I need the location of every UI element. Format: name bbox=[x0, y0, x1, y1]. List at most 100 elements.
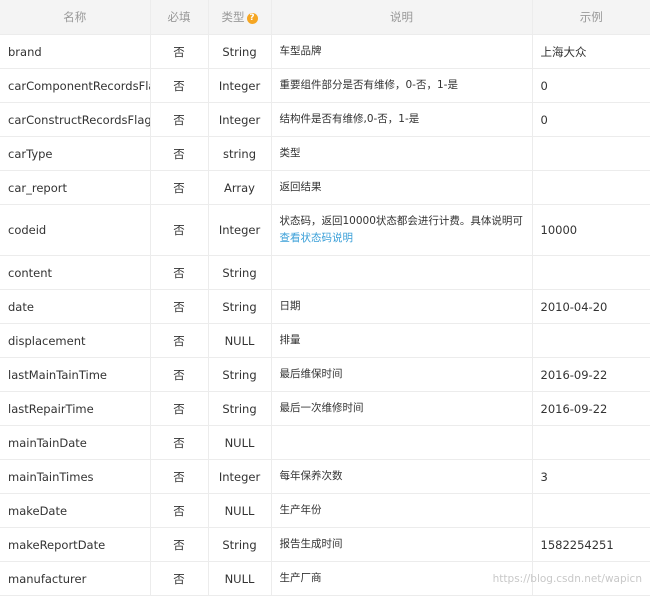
param-example: 1582254251 bbox=[532, 527, 650, 562]
param-description: 日期 bbox=[271, 289, 533, 324]
param-description bbox=[271, 425, 533, 460]
api-params-table: 名称 必填 类型? 说明 示例 brand 否 String 车型品牌 上海大众 carC… bbox=[0, 0, 650, 596]
param-description: 返回结果 bbox=[271, 170, 533, 205]
param-name: carConstructRecordsFlag bbox=[0, 102, 151, 137]
param-name: codeid bbox=[0, 204, 151, 256]
param-required: 否 bbox=[150, 527, 209, 562]
description-text: 状态码，返回10000状态都会进行计费。具体说明可 bbox=[279, 215, 523, 227]
header-type-label: 类型 bbox=[221, 10, 245, 24]
param-type: String bbox=[208, 357, 272, 392]
param-required: 否 bbox=[150, 391, 209, 426]
table-row: makeDate 否 NULL 生产年份 bbox=[0, 493, 650, 528]
param-required: 否 bbox=[150, 459, 209, 494]
table-row: brand 否 String 车型品牌 上海大众 bbox=[0, 34, 650, 69]
header-description: 说明 bbox=[271, 0, 533, 35]
param-type: NULL bbox=[208, 425, 272, 460]
description-text: 生产年份 bbox=[279, 504, 322, 516]
param-example bbox=[532, 425, 650, 460]
param-type: Integer bbox=[208, 204, 272, 256]
status-code-doc-link[interactable]: 查看状态码说明 bbox=[280, 230, 524, 247]
param-required: 否 bbox=[150, 255, 209, 290]
param-description: 每年保养次数 bbox=[271, 459, 533, 494]
param-name: date bbox=[0, 289, 151, 324]
param-example: 2016-09-22 bbox=[532, 357, 650, 392]
param-type: Integer bbox=[208, 459, 272, 494]
param-name: car_report bbox=[0, 170, 151, 205]
param-name: mainTainTimes bbox=[0, 459, 151, 494]
param-required: 否 bbox=[150, 34, 209, 69]
param-type: String bbox=[208, 527, 272, 562]
description-text: 车型品牌 bbox=[279, 45, 322, 57]
table-row: manufacturer 否 NULL 生产厂商 bbox=[0, 561, 650, 596]
param-required: 否 bbox=[150, 493, 209, 528]
header-required: 必填 bbox=[150, 0, 209, 35]
param-required: 否 bbox=[150, 289, 209, 324]
table-row: mainTainDate 否 NULL bbox=[0, 425, 650, 460]
param-name: brand bbox=[0, 34, 151, 69]
param-description: 类型 bbox=[271, 136, 533, 171]
description-text: 报告生成时间 bbox=[279, 538, 343, 550]
param-type: Integer bbox=[208, 68, 272, 103]
param-required: 否 bbox=[150, 561, 209, 596]
param-example: 2016-09-22 bbox=[532, 391, 650, 426]
header-example: 示例 bbox=[532, 0, 650, 35]
description-text: 生产厂商 bbox=[279, 572, 322, 584]
param-example: 3 bbox=[532, 459, 650, 494]
table-row: codeid 否 Integer 状态码，返回10000状态都会进行计费。具体说明可查… bbox=[0, 204, 650, 256]
param-type: string bbox=[208, 136, 272, 171]
param-example: 2010-04-20 bbox=[532, 289, 650, 324]
param-description: 状态码，返回10000状态都会进行计费。具体说明可查看状态码说明 bbox=[271, 204, 533, 256]
description-text: 日期 bbox=[279, 300, 301, 312]
param-description: 排量 bbox=[271, 323, 533, 358]
param-description: 报告生成时间 bbox=[271, 527, 533, 562]
param-example: 0 bbox=[532, 102, 650, 137]
description-text: 重要组件部分是否有维修，0-否，1-是 bbox=[279, 79, 458, 91]
param-type: String bbox=[208, 289, 272, 324]
table-row: lastRepairTime 否 String 最后一次维修时间 2016-09-22 bbox=[0, 391, 650, 426]
param-type: Array bbox=[208, 170, 272, 205]
param-description: 生产年份 bbox=[271, 493, 533, 528]
param-example bbox=[532, 493, 650, 528]
param-required: 否 bbox=[150, 425, 209, 460]
table-row: makeReportDate 否 String 报告生成时间 1582254251 bbox=[0, 527, 650, 562]
param-name: mainTainDate bbox=[0, 425, 151, 460]
param-type: NULL bbox=[208, 323, 272, 358]
header-name: 名称 bbox=[0, 0, 151, 35]
param-example bbox=[532, 136, 650, 171]
description-text: 每年保养次数 bbox=[279, 470, 343, 482]
param-required: 否 bbox=[150, 170, 209, 205]
param-required: 否 bbox=[150, 323, 209, 358]
header-type: 类型? bbox=[208, 0, 272, 35]
param-type: String bbox=[208, 34, 272, 69]
param-example bbox=[532, 323, 650, 358]
table-row: content 否 String bbox=[0, 255, 650, 290]
param-example bbox=[532, 255, 650, 290]
help-circle-icon[interactable]: ? bbox=[246, 13, 258, 24]
param-description: 最后一次维修时间 bbox=[271, 391, 533, 426]
param-name: content bbox=[0, 255, 151, 290]
param-name: makeReportDate bbox=[0, 527, 151, 562]
table-row: carConstructRecordsFlag 否 Integer 结构件是否有维修,… bbox=[0, 102, 650, 137]
param-required: 否 bbox=[150, 68, 209, 103]
param-name: carType bbox=[0, 136, 151, 171]
param-name: manufacturer bbox=[0, 561, 151, 596]
description-text: 类型 bbox=[279, 147, 301, 159]
param-example: 10000 bbox=[532, 204, 650, 256]
param-required: 否 bbox=[150, 357, 209, 392]
param-type: String bbox=[208, 391, 272, 426]
param-type: String bbox=[208, 255, 272, 290]
param-description: 生产厂商 bbox=[271, 561, 533, 596]
param-name: lastMainTainTime bbox=[0, 357, 151, 392]
param-required: 否 bbox=[150, 204, 209, 256]
param-description: 车型品牌 bbox=[271, 34, 533, 69]
table-row: displacement 否 NULL 排量 bbox=[0, 323, 650, 358]
table-body: brand 否 String 车型品牌 上海大众 carComponentRecordsF… bbox=[0, 34, 650, 596]
param-example bbox=[532, 561, 650, 596]
param-description: 最后维保时间 bbox=[271, 357, 533, 392]
param-description: 结构件是否有维修,0-否，1-是 bbox=[271, 102, 533, 137]
description-text: 最后一次维修时间 bbox=[279, 402, 364, 414]
param-name: lastRepairTime bbox=[0, 391, 151, 426]
param-example bbox=[532, 170, 650, 205]
table-header-row: 名称 必填 类型? 说明 示例 bbox=[0, 0, 650, 35]
table-row: carComponentRecordsFlag 否 Integer 重要组件部分是否有… bbox=[0, 68, 650, 103]
